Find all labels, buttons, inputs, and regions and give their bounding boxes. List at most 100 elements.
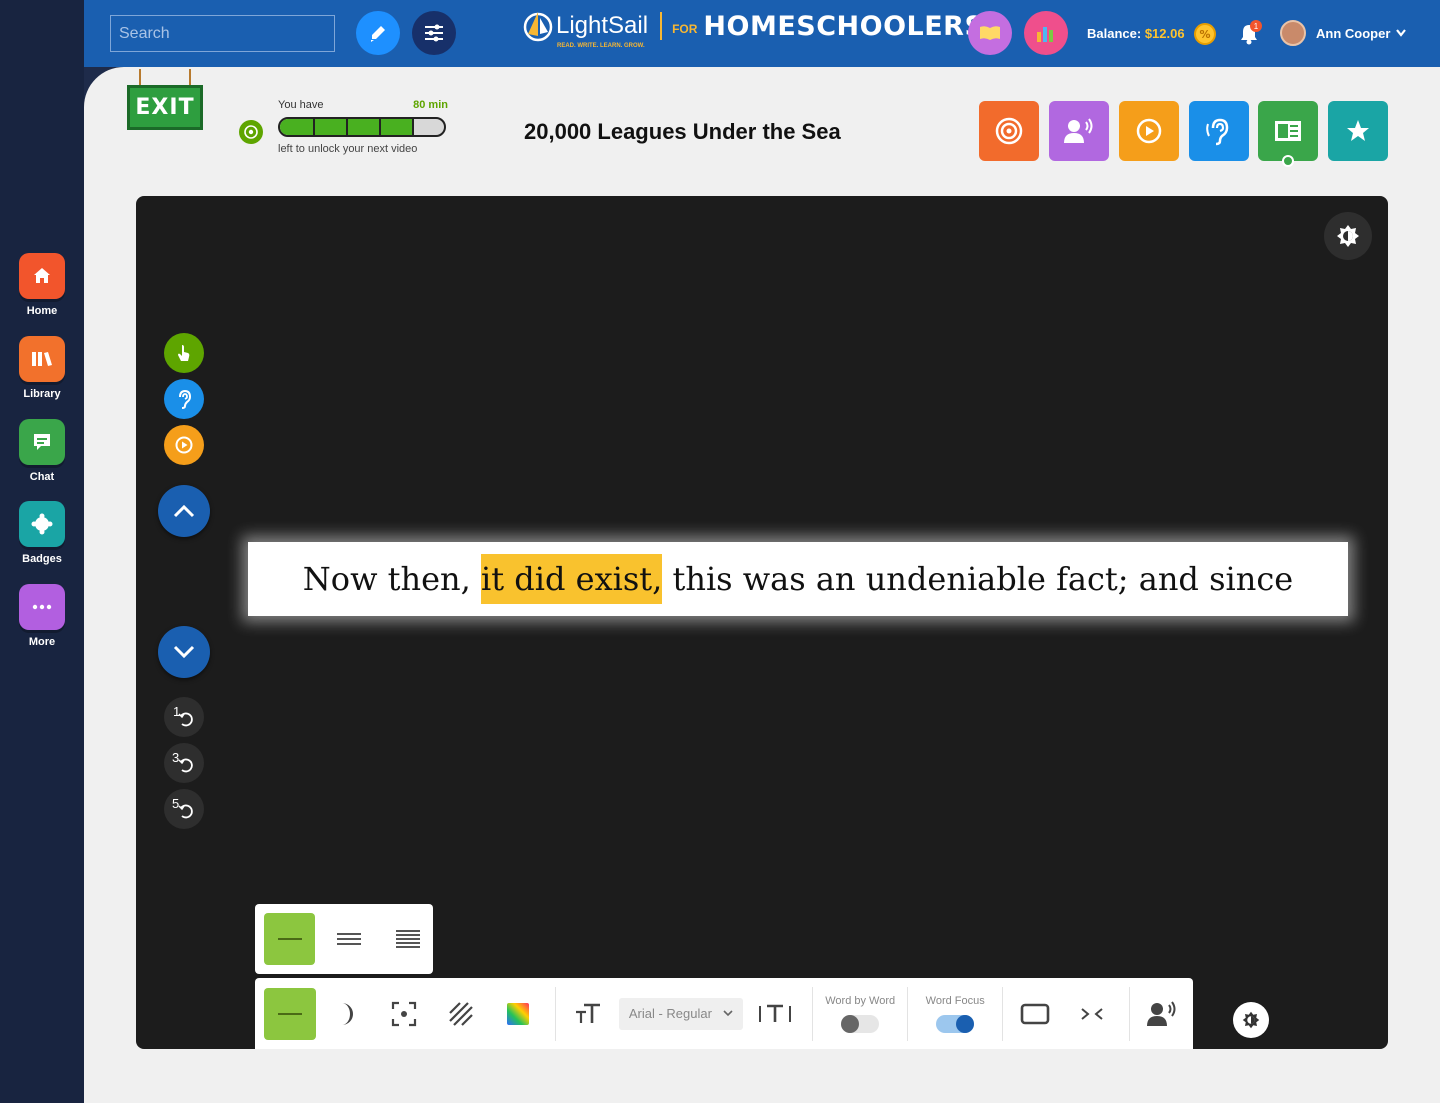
sliders-icon — [425, 24, 443, 42]
word-focus-toggle[interactable] — [936, 1014, 975, 1033]
listen-button[interactable] — [1189, 101, 1249, 161]
progress-header: You have 80 min — [278, 99, 448, 111]
nav-library-label: Library — [23, 388, 61, 400]
coin-badge-icon[interactable]: % — [1193, 22, 1217, 46]
full-page-option[interactable] — [382, 913, 433, 965]
toolbar-brightness-button[interactable] — [1233, 1002, 1269, 1038]
main-panel: EXIT You have 80 min left to unlock your… — [84, 67, 1440, 1103]
side-listen-button[interactable] — [164, 379, 204, 419]
nav-badges[interactable]: Badges — [0, 501, 84, 565]
logo-audience: HOMESCHOOLERS — [703, 10, 985, 42]
chevron-down-icon — [173, 645, 195, 659]
text-before: Now then, — [302, 560, 481, 598]
favorites-button[interactable] — [1328, 101, 1388, 161]
progress-divider — [346, 119, 348, 135]
single-line-option[interactable] — [264, 913, 315, 965]
left-nav: Home Library Chat Badges More — [0, 0, 84, 1103]
reader-pane: 1 3 5 Now then, it did exist, this was a… — [136, 196, 1388, 1049]
reading-log-button[interactable] — [968, 11, 1012, 55]
balance: Balance: $12.06 — [1087, 26, 1185, 41]
nav-chat[interactable]: Chat — [0, 419, 84, 483]
badge-icon — [19, 501, 65, 547]
chevron-down-icon — [723, 1010, 733, 1017]
exit-wire-left — [139, 69, 141, 85]
book-view-button[interactable] — [1258, 101, 1318, 167]
dark-mode-button[interactable] — [321, 988, 373, 1040]
voice-button[interactable] — [1136, 988, 1188, 1040]
progress-divider — [313, 119, 315, 135]
frame-style-button[interactable] — [1009, 988, 1061, 1040]
word-by-word-toggle-group: Word by Word — [819, 995, 901, 1033]
toolbar-divider — [812, 986, 814, 1041]
more-icon — [19, 584, 65, 630]
user-menu[interactable]: Ann Cooper — [1280, 20, 1407, 46]
notification-count: 1 — [1250, 20, 1262, 32]
video-unlock-progress: You have 80 min left to unlock your next… — [236, 99, 448, 155]
pen-icon — [371, 26, 385, 42]
avatar — [1280, 20, 1306, 46]
font-select[interactable]: Arial - Regular — [618, 997, 744, 1030]
star-icon — [1347, 120, 1369, 141]
progress-minutes: 80 min — [413, 99, 448, 111]
rounded-rect-icon — [1020, 1003, 1050, 1024]
side-play-button[interactable] — [164, 425, 204, 465]
text-after: this was an undeniable fact; and since — [662, 560, 1294, 598]
notifications-button[interactable]: 1 — [1238, 20, 1262, 51]
scroll-down-button[interactable] — [158, 626, 210, 678]
collapse-button[interactable] — [1066, 988, 1118, 1040]
three-line-option[interactable] — [323, 913, 374, 965]
nav-home[interactable]: Home — [0, 253, 84, 317]
toolbar-divider — [1002, 986, 1004, 1041]
chat-icon — [19, 419, 65, 465]
toggle-knob — [956, 1014, 975, 1033]
logo-text: LightSail — [556, 12, 649, 39]
read-aloud-button[interactable] — [1049, 101, 1109, 161]
play-icon — [175, 436, 193, 454]
line-spacing-picker — [255, 904, 433, 974]
nav-library[interactable]: Library — [0, 336, 84, 400]
focus-frame-button[interactable] — [378, 988, 430, 1040]
settings-button[interactable] — [412, 11, 456, 55]
svg-text:%: % — [1199, 28, 1210, 41]
single-line-icon — [277, 938, 302, 940]
nav-chat-label: Chat — [29, 471, 55, 483]
toolbar-divider — [555, 986, 556, 1041]
search-input[interactable] — [110, 15, 335, 52]
word-by-word-toggle[interactable] — [841, 1014, 880, 1033]
rewind-3-button[interactable]: 3 — [164, 743, 204, 783]
text-size-button[interactable] — [562, 988, 614, 1040]
line-mode-button[interactable] — [264, 987, 316, 1040]
toolbar-divider — [907, 986, 909, 1041]
exit-button[interactable]: EXIT — [127, 85, 203, 130]
pattern-button[interactable] — [435, 988, 487, 1040]
balance-label: Balance: — [1087, 26, 1142, 41]
highlighted-phrase[interactable]: it did exist, — [480, 554, 663, 604]
color-overlay-button[interactable] — [492, 988, 544, 1040]
rewind-3-label: 3 — [172, 750, 180, 765]
brightness-icon — [1242, 1011, 1260, 1029]
focused-line[interactable]: Now then, it did exist, this was an unde… — [248, 542, 1348, 616]
rewind-1-button[interactable]: 1 — [164, 697, 204, 737]
lightsail-logo[interactable]: LightSail READ. WRITE. LEARN. GROW. FOR … — [522, 10, 985, 49]
reading-text: Now then, it did exist, this was an unde… — [302, 554, 1294, 604]
active-indicator — [1282, 155, 1294, 167]
goals-button[interactable] — [979, 101, 1039, 161]
chevron-down-icon — [1396, 29, 1407, 37]
play-icon — [1136, 118, 1162, 144]
stats-button[interactable] — [1024, 11, 1068, 55]
scroll-up-button[interactable] — [158, 485, 210, 537]
word-focus-label: Word Focus — [925, 994, 985, 1007]
rewind-5-button[interactable]: 5 — [164, 789, 204, 829]
brightness-button[interactable] — [1324, 212, 1372, 260]
exit-wire-right — [189, 69, 191, 85]
word-focus-toggle-group: Word Focus — [914, 995, 996, 1033]
tap-mode-button[interactable] — [164, 333, 204, 373]
nav-more[interactable]: More — [0, 584, 84, 648]
play-button[interactable] — [1119, 101, 1179, 161]
progress-suffix: left to unlock your next video — [278, 143, 418, 155]
letter-spacing-button[interactable] — [749, 988, 801, 1040]
color-palette-icon — [507, 1002, 529, 1025]
read-aloud-icon — [1147, 1000, 1176, 1026]
highlighter-button[interactable] — [356, 11, 400, 55]
logo-for: FOR — [672, 22, 698, 36]
